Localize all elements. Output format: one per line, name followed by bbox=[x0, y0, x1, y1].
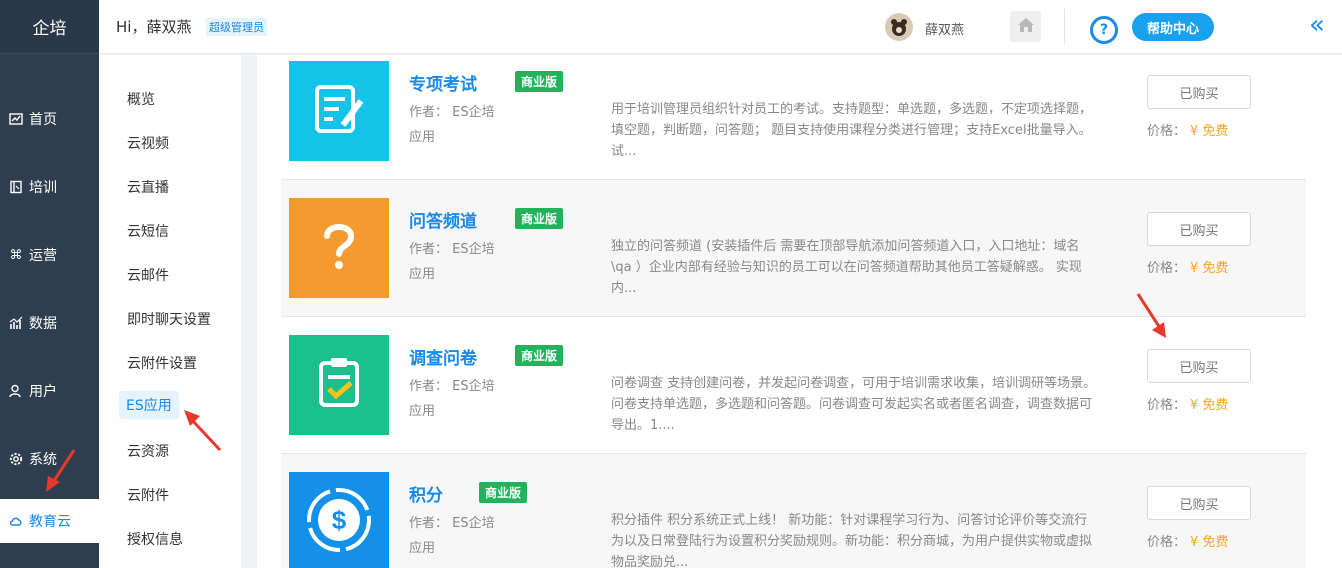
plugin-name[interactable]: 专项考试 bbox=[409, 70, 477, 95]
annotation-arrow bbox=[46, 449, 76, 492]
subnav-item-es-apps[interactable]: ES应用 bbox=[119, 391, 179, 419]
avatar[interactable] bbox=[885, 13, 913, 41]
plugin-card: $ 积分 商业版 作者： ES企培 应用 积分插件 积分系统正式上线！ 新功能：… bbox=[281, 454, 1306, 568]
main-content: 专项考试 商业版 作者： ES企培 应用 用于培训管理员组织针对员工的考试。支持… bbox=[257, 55, 1342, 568]
scrollbar[interactable] bbox=[1306, 55, 1342, 568]
plugin-thumb[interactable] bbox=[289, 198, 389, 298]
plugin-author: 作者： ES企培 bbox=[409, 379, 495, 394]
plugin-author: 作者： ES企培 bbox=[409, 105, 495, 120]
price-value: ¥ 免费 bbox=[1190, 535, 1229, 550]
plugin-description: 独立的问答频道 (安装插件后 需要在顶部导航添加问答频道入口，入口地址：域名\q… bbox=[611, 239, 1082, 296]
exam-icon bbox=[309, 79, 369, 143]
brand-logo[interactable]: 企培 bbox=[0, 0, 99, 54]
collapse-sidebar-icon[interactable]: « bbox=[1309, 12, 1325, 38]
plugin-name[interactable]: 调查问卷 bbox=[409, 344, 477, 369]
nav-item-home[interactable]: 首页 bbox=[0, 85, 99, 153]
plugin-price: 价格： ¥ 免费 bbox=[1147, 531, 1228, 550]
subnav-item-cloud-mail[interactable]: 云邮件 bbox=[127, 265, 169, 285]
plugin-author: 作者： ES企培 bbox=[409, 516, 495, 531]
plugin-thumb[interactable]: $ bbox=[289, 472, 389, 568]
price-label: 价格： bbox=[1147, 398, 1187, 413]
subnav-item-attachment-settings[interactable]: 云附件设置 bbox=[127, 353, 197, 373]
user-icon bbox=[9, 384, 23, 398]
help-center-button[interactable]: 帮助中心 bbox=[1132, 13, 1214, 41]
edition-tag: 商业版 bbox=[479, 482, 528, 503]
plugin-type: 应用 bbox=[409, 267, 436, 282]
price-label: 价格： bbox=[1147, 261, 1187, 276]
annotation-arrow bbox=[184, 410, 222, 452]
plugin-description: 积分插件 积分系统正式上线！ 新功能：针对课程学习行为、问答讨论评价等交流行为以… bbox=[611, 513, 1093, 568]
plugin-type: 应用 bbox=[409, 130, 436, 145]
plugin-price: 价格： ¥ 免费 bbox=[1147, 257, 1228, 276]
username[interactable]: 薛双燕 bbox=[925, 19, 964, 38]
question-icon bbox=[309, 216, 369, 280]
subnav-item-im-settings[interactable]: 即时聊天设置 bbox=[127, 309, 211, 329]
purchased-button[interactable]: 已购买 bbox=[1147, 349, 1251, 383]
chart-icon bbox=[9, 316, 23, 330]
cloud-icon bbox=[9, 514, 23, 528]
nav-label-training: 培训 bbox=[29, 180, 57, 196]
purchased-button[interactable]: 已购买 bbox=[1147, 75, 1251, 109]
coin-icon: $ bbox=[304, 485, 374, 559]
purchased-button[interactable]: 已购买 bbox=[1147, 212, 1251, 246]
plugin-name[interactable]: 积分 bbox=[409, 481, 443, 506]
gear-icon bbox=[9, 452, 23, 466]
price-value: ¥ 免费 bbox=[1190, 398, 1229, 413]
help-question-icon[interactable]: ? bbox=[1090, 16, 1118, 44]
price-label: 价格： bbox=[1147, 535, 1187, 550]
subnav-item-cloud-video[interactable]: 云视频 bbox=[127, 133, 169, 153]
subnav-item-cloud-attachments[interactable]: 云附件 bbox=[127, 485, 169, 505]
sub-nav: 概览 云视频 云直播 云短信 云邮件 即时聊天设置 云附件设置 ES应用 云资源… bbox=[99, 55, 241, 568]
nav-item-users[interactable]: 用户 bbox=[0, 357, 99, 425]
subnav-item-license-info[interactable]: 授权信息 bbox=[127, 529, 183, 549]
nav-label-operation: 运营 bbox=[29, 248, 57, 264]
plugin-price: 价格： ¥ 免费 bbox=[1147, 120, 1228, 139]
greeting-text: Hi，薛双燕 bbox=[116, 18, 192, 36]
plugin-thumb[interactable] bbox=[289, 335, 389, 435]
nav-label-home: 首页 bbox=[29, 112, 57, 128]
plugin-thumb[interactable] bbox=[289, 61, 389, 161]
nav-item-edu-cloud[interactable]: 教育云 bbox=[0, 499, 99, 543]
price-label: 价格： bbox=[1147, 124, 1187, 139]
nav-item-operation[interactable]: ⌘ 运营 bbox=[0, 221, 99, 289]
main-nav: 首页 培训 ⌘ 运营 数据 用户 系统 教育云 bbox=[0, 85, 99, 543]
role-badge: 超级管理员 bbox=[206, 18, 267, 36]
edition-tag: 商业版 bbox=[515, 345, 564, 366]
nav-label-users: 用户 bbox=[29, 384, 57, 400]
edition-tag: 商业版 bbox=[515, 71, 564, 92]
plugin-description: 问卷调查 支持创建问卷，并发起问卷调查，可用于培训需求收集，培训调研等场景。问卷… bbox=[611, 376, 1097, 433]
book-icon bbox=[9, 180, 23, 194]
dashboard-icon bbox=[9, 112, 23, 126]
plugin-price: 价格： ¥ 免费 bbox=[1147, 394, 1228, 413]
annotation-arrow bbox=[1136, 293, 1166, 338]
nav-item-training[interactable]: 培训 bbox=[0, 153, 99, 221]
subnav-item-cloud-sms[interactable]: 云短信 bbox=[127, 221, 169, 241]
edition-tag: 商业版 bbox=[515, 208, 564, 229]
plugin-card: 专项考试 商业版 作者： ES企培 应用 用于培训管理员组织针对员工的考试。支持… bbox=[281, 43, 1306, 180]
plugin-type: 应用 bbox=[409, 404, 436, 419]
command-icon: ⌘ bbox=[9, 247, 23, 263]
price-value: ¥ 免费 bbox=[1190, 124, 1229, 139]
plugin-type: 应用 bbox=[409, 541, 436, 556]
nav-item-data[interactable]: 数据 bbox=[0, 289, 99, 357]
subnav-item-cloud-resources[interactable]: 云资源 bbox=[127, 441, 169, 461]
home-icon bbox=[1017, 17, 1035, 37]
subnav-item-cloud-live[interactable]: 云直播 bbox=[127, 177, 169, 197]
price-value: ¥ 免费 bbox=[1190, 261, 1229, 276]
survey-icon bbox=[309, 353, 369, 417]
purchased-button[interactable]: 已购买 bbox=[1147, 486, 1251, 520]
nav-label-edu-cloud: 教育云 bbox=[29, 514, 71, 530]
header-divider bbox=[1064, 9, 1065, 44]
svg-text:$: $ bbox=[332, 505, 347, 535]
subnav-item-overview[interactable]: 概览 bbox=[127, 89, 155, 109]
home-button[interactable] bbox=[1010, 11, 1041, 42]
plugin-description: 用于培训管理员组织针对员工的考试。支持题型：单选题，多选题，不定项选择题，填空题… bbox=[611, 102, 1093, 159]
plugin-author: 作者： ES企培 bbox=[409, 242, 495, 257]
plugin-name[interactable]: 问答频道 bbox=[409, 207, 477, 232]
nav-label-data: 数据 bbox=[29, 316, 57, 332]
